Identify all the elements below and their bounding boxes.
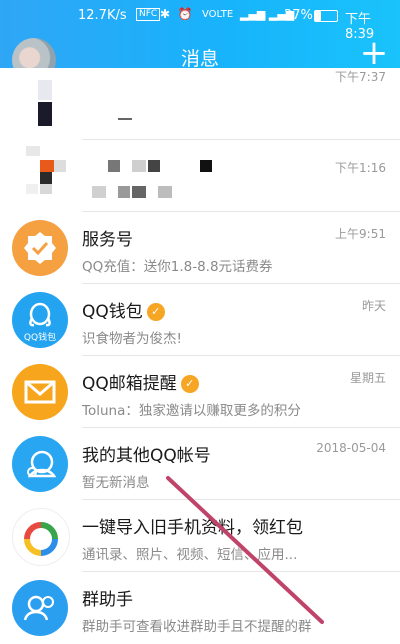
nfc-indicator: NFC	[136, 8, 161, 21]
conversation-row-import[interactable]: 一键导入旧手机资料，领红包 通讯录、照片、视频、短信、应用...	[0, 500, 400, 572]
conversation-preview: 暂无新消息	[82, 475, 150, 491]
list-item	[92, 186, 106, 198]
qq-wallet-icon: QQ钱包	[12, 292, 68, 348]
message-time: 上午9:51	[335, 227, 386, 241]
network-speed: 12.7K/s	[78, 8, 127, 23]
list-item	[132, 160, 146, 172]
mail-icon	[12, 364, 68, 420]
avatar	[38, 80, 52, 100]
list-item	[158, 186, 172, 198]
other-accounts-icon	[12, 436, 68, 492]
conversation-name: 我的其他QQ帐号	[82, 446, 211, 466]
wallet-icon-label: QQ钱包	[23, 333, 57, 343]
add-button[interactable]: +	[358, 36, 390, 70]
avatar	[26, 146, 40, 156]
conversation-preview: Toluna：独家邀请以赚取更多的积分	[82, 403, 301, 419]
conversation-name: 群助手	[82, 590, 133, 610]
conversation-name: QQ钱包 ✓	[82, 297, 165, 322]
conversation-preview: QQ充值：送你1.8-8.8元话费券	[82, 259, 273, 275]
message-time: 下午7:37	[335, 70, 386, 84]
avatar	[40, 172, 52, 184]
group-assistant-icon	[12, 580, 68, 636]
message-time: 2018-05-04	[316, 441, 386, 455]
verified-badge-icon: ✓	[146, 303, 165, 321]
avatar	[40, 184, 52, 194]
conversation-row[interactable]: 下午7:37	[0, 68, 400, 140]
conversation-name: 一键导入旧手机资料，领红包	[82, 518, 303, 538]
list-item	[132, 186, 146, 198]
conversation-row-service[interactable]: 服务号 QQ充值：送你1.8-8.8元话费券 上午9:51	[0, 212, 400, 284]
conversation-row-group-assistant[interactable]: 群助手 群助手可查看收进群助手且不提醒的群	[0, 572, 400, 644]
list-item	[200, 160, 212, 172]
list-item	[118, 186, 130, 198]
message-time: 昨天	[361, 299, 386, 313]
conversation-row-other-accounts[interactable]: 我的其他QQ帐号 暂无新消息 2018-05-04	[0, 428, 400, 500]
status-bar: 12.7K/s NFC ✱ ⏰ VOLTE ▂▄▆ ▂▄▆ 27% 下午8:39	[0, 0, 400, 42]
conversation-preview: 群助手可查看收进群助手且不提醒的群	[82, 619, 312, 635]
conversation-row[interactable]: 下午1:16	[0, 140, 400, 212]
verified-badge-icon: ✓	[180, 375, 199, 393]
message-time: 星期五	[349, 371, 386, 385]
avatar	[54, 160, 66, 172]
avatar	[40, 160, 54, 172]
battery-icon	[314, 10, 338, 22]
battery-percent: 27%	[284, 8, 313, 23]
avatar	[26, 184, 38, 194]
conversation-preview: 通讯录、照片、视频、短信、应用...	[82, 547, 298, 563]
alarm-icon: ✱ ⏰	[160, 7, 195, 21]
page-title: 消息	[180, 48, 219, 70]
conversation-name: 服务号	[82, 230, 133, 250]
list-item	[108, 160, 120, 172]
list-item	[148, 160, 160, 172]
service-account-icon	[12, 220, 68, 276]
list-item	[118, 118, 132, 120]
message-time: 下午1:16	[335, 161, 386, 175]
avatar	[38, 102, 52, 126]
conversation-row-wallet[interactable]: QQ钱包 QQ钱包 ✓ 识食物者为俊杰! 昨天	[0, 284, 400, 356]
volte-indicator: VOLTE	[202, 9, 234, 20]
conversation-row-mail[interactable]: QQ邮箱提醒 ✓ Toluna：独家邀请以赚取更多的积分 星期五	[0, 356, 400, 428]
conversation-preview: 识食物者为俊杰!	[82, 331, 182, 347]
import-data-icon	[12, 508, 70, 566]
conversation-name: QQ邮箱提醒 ✓	[82, 369, 199, 394]
